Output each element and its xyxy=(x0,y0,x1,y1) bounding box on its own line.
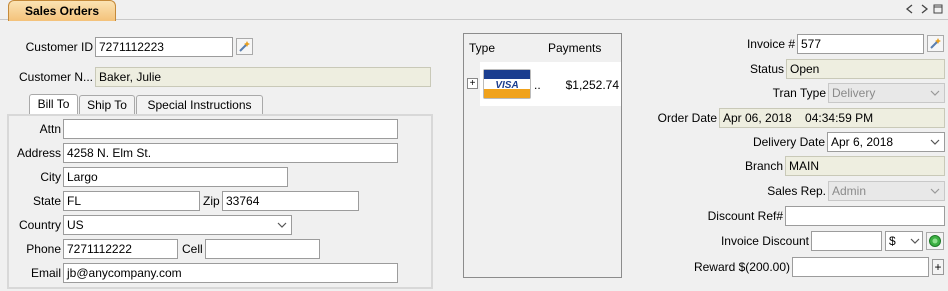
payment-amount: $1,252.74 xyxy=(565,78,619,92)
branch-field: MAIN xyxy=(785,156,945,176)
discount-ref-field[interactable] xyxy=(785,206,945,226)
delivery-date-picker[interactable]: Apr 6, 2018 xyxy=(827,132,945,152)
phone-label: Phone xyxy=(26,242,61,256)
reward-label: Reward $(200.00) xyxy=(693,260,790,274)
order-date-field: Apr 06, 2018 04:34:59 PM xyxy=(719,108,945,128)
discount-unit-select[interactable]: $ xyxy=(885,231,923,251)
expand-row-icon[interactable]: + xyxy=(467,78,478,89)
email-field[interactable]: jb@anycompany.com xyxy=(63,263,398,283)
invoice-discount-label: Invoice Discount xyxy=(720,234,809,248)
tran-type-label: Tran Type xyxy=(772,86,826,100)
discount-ref-label: Discount Ref# xyxy=(707,209,783,223)
attn-field[interactable] xyxy=(63,119,398,139)
city-field[interactable]: Largo xyxy=(63,167,288,187)
chevron-down-icon xyxy=(930,186,940,196)
tran-type-value: Delivery xyxy=(832,86,876,100)
chevron-down-icon xyxy=(277,220,287,230)
reward-field[interactable] xyxy=(792,257,929,277)
country-select[interactable]: US xyxy=(63,215,292,235)
tran-type-select[interactable]: Delivery xyxy=(828,83,945,103)
maximize-icon[interactable] xyxy=(932,3,944,15)
state-field[interactable]: FL xyxy=(63,191,200,211)
tab-special-instructions[interactable]: Special Instructions xyxy=(136,95,263,114)
tab-bill-to[interactable]: Bill To xyxy=(29,94,78,115)
visa-card-icon: VISA xyxy=(483,69,531,99)
status-field: Open xyxy=(786,59,945,79)
invoice-number-label: Invoice # xyxy=(746,37,795,51)
state-label: State xyxy=(32,194,61,208)
customer-id-label: Customer ID xyxy=(25,40,93,54)
chevron-down-icon xyxy=(930,88,940,98)
tab-ship-to[interactable]: Ship To xyxy=(79,95,135,114)
email-label: Email xyxy=(30,266,61,280)
address-label: Address xyxy=(16,146,61,160)
invoice-number-field[interactable]: 577 xyxy=(797,34,924,54)
tab-sales-orders[interactable]: Sales Orders xyxy=(8,0,116,21)
next-icon[interactable] xyxy=(918,3,930,15)
delivery-date-label: Delivery Date xyxy=(752,135,825,149)
svg-text:VISA: VISA xyxy=(495,80,518,91)
discount-unit-value: $ xyxy=(889,234,896,248)
order-date-label: Order Date xyxy=(657,111,717,125)
invoice-discount-field[interactable] xyxy=(811,231,882,251)
status-label: Status xyxy=(749,62,784,76)
phone-field[interactable]: 7271112222 xyxy=(63,239,178,259)
country-label: Country xyxy=(18,218,61,232)
sales-rep-select[interactable]: Admin xyxy=(828,181,945,201)
customer-name-label: Customer N... xyxy=(18,70,93,84)
zip-field[interactable]: 33764 xyxy=(222,191,359,211)
customer-lookup-icon[interactable] xyxy=(236,38,253,55)
zip-label: Zip xyxy=(203,194,220,208)
chevron-down-icon xyxy=(930,137,940,147)
prev-icon[interactable] xyxy=(904,3,916,15)
payment-type-text: .. xyxy=(534,78,541,92)
apply-discount-icon[interactable] xyxy=(926,232,944,250)
column-header-payments: Payments xyxy=(548,41,602,55)
chevron-down-icon xyxy=(910,236,920,246)
branch-label: Branch xyxy=(744,159,783,173)
customer-name-field: Baker, Julie xyxy=(95,67,431,87)
column-header-type: Type xyxy=(469,41,496,55)
cell-field[interactable] xyxy=(205,239,320,259)
top-tab-bar xyxy=(0,0,948,20)
city-label: City xyxy=(40,170,61,184)
cell-label: Cell xyxy=(182,242,203,256)
country-value: US xyxy=(67,218,84,232)
address-field[interactable]: 4258 N. Elm St. xyxy=(63,143,398,163)
invoice-lookup-icon[interactable] xyxy=(927,35,944,52)
sales-rep-value: Admin xyxy=(832,184,867,198)
customer-id-field[interactable]: 7271112223 xyxy=(95,37,233,57)
delivery-date-value: Apr 6, 2018 xyxy=(831,135,894,149)
add-reward-button[interactable]: + xyxy=(932,259,944,275)
sales-rep-label: Sales Rep. xyxy=(767,184,826,198)
attn-label: Attn xyxy=(39,122,61,136)
